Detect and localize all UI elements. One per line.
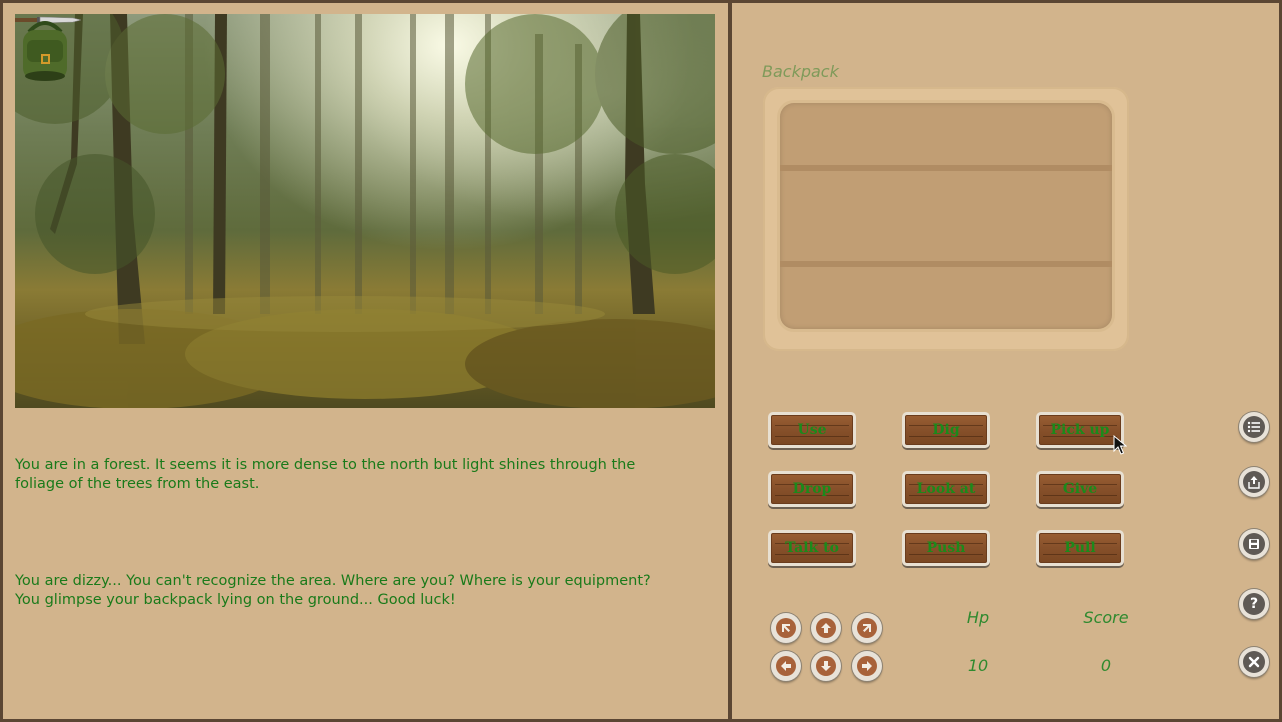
score-value: 0 bbox=[1100, 656, 1112, 675]
arrow-up-left-icon bbox=[776, 618, 796, 638]
give-button[interactable]: Give bbox=[1036, 471, 1124, 507]
hp-label: Hp bbox=[966, 608, 990, 627]
plank-divider bbox=[780, 261, 1112, 267]
arrow-right-icon bbox=[857, 656, 877, 676]
help-button[interactable]: ? bbox=[1239, 589, 1269, 619]
move-northeast-button[interactable] bbox=[852, 613, 882, 643]
arrow-down-icon bbox=[816, 656, 836, 676]
arrow-up-right-icon bbox=[857, 618, 877, 638]
pick-up-button[interactable]: Pick up bbox=[1036, 412, 1124, 448]
panel-divider bbox=[728, 3, 732, 722]
move-east-button[interactable] bbox=[852, 651, 882, 681]
dig-button[interactable]: Dig bbox=[902, 412, 990, 448]
arrow-up-icon bbox=[816, 618, 836, 638]
load-game-button[interactable] bbox=[1239, 467, 1269, 497]
menu-button[interactable] bbox=[1239, 412, 1269, 442]
forest-background bbox=[15, 14, 715, 408]
save-icon bbox=[1243, 533, 1265, 555]
backpack-slot-area[interactable] bbox=[780, 103, 1112, 329]
move-northwest-button[interactable] bbox=[771, 613, 801, 643]
backpack-label: Backpack bbox=[762, 62, 839, 81]
move-west-button[interactable] bbox=[771, 651, 801, 681]
move-north-button[interactable] bbox=[811, 613, 841, 643]
mouse-cursor-icon bbox=[1113, 435, 1127, 455]
scene-view[interactable] bbox=[15, 14, 715, 408]
location-description: You are in a forest. It seems it is more… bbox=[15, 457, 636, 492]
plank-divider bbox=[780, 165, 1112, 171]
arrow-left-icon bbox=[776, 656, 796, 676]
backpack-icon[interactable] bbox=[15, 14, 75, 84]
push-button[interactable]: Push bbox=[902, 530, 990, 566]
hp-value: 10 bbox=[967, 656, 989, 675]
move-south-button[interactable] bbox=[811, 651, 841, 681]
quit-button[interactable] bbox=[1239, 647, 1269, 677]
look-at-button[interactable]: Look at bbox=[902, 471, 990, 507]
talk-to-button[interactable]: Talk to bbox=[768, 530, 856, 566]
load-icon bbox=[1243, 471, 1265, 493]
help-icon: ? bbox=[1243, 593, 1265, 615]
intro-message: You are dizzy... You can't recognize the… bbox=[15, 573, 651, 608]
pull-button[interactable]: Pull bbox=[1036, 530, 1124, 566]
use-button[interactable]: Use bbox=[768, 412, 856, 448]
game-window: You are in a forest. It seems it is more… bbox=[0, 0, 1282, 722]
score-label: Score bbox=[1083, 608, 1129, 627]
backpack-panel bbox=[763, 87, 1129, 351]
drop-button[interactable]: Drop bbox=[768, 471, 856, 507]
close-icon bbox=[1243, 651, 1265, 673]
save-game-button[interactable] bbox=[1239, 529, 1269, 559]
list-icon bbox=[1243, 416, 1265, 438]
